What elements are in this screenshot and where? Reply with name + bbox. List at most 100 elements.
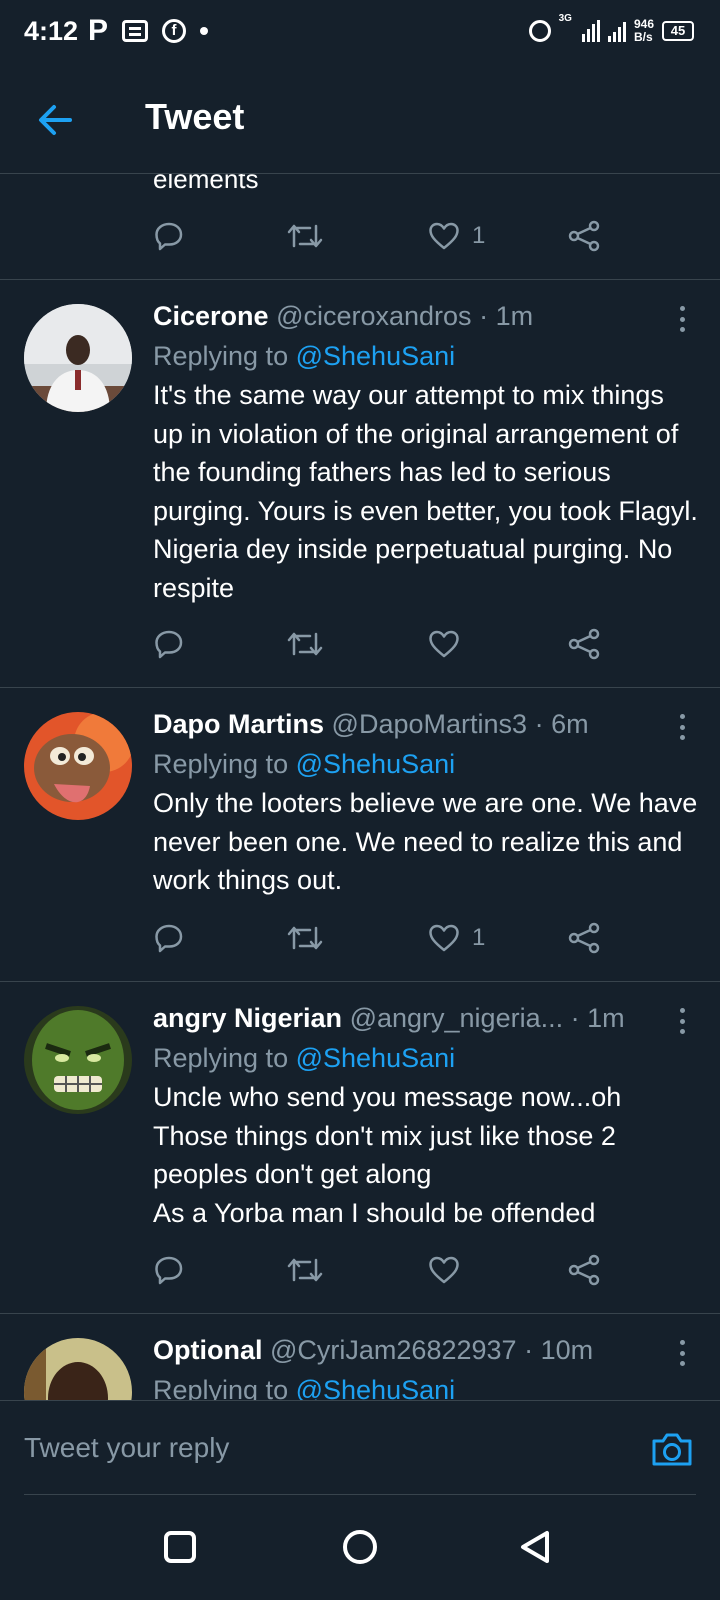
tweet-body: Only the looters believe we are one. We … (153, 788, 698, 895)
tweet-item[interactable]: Cicerone @ciceroxandros · 1m Replying to… (0, 280, 720, 688)
tweet-header: Cicerone @ciceroxandros · 1m (153, 298, 660, 334)
author-handle[interactable]: @DapoMartins3 (332, 709, 528, 739)
share-button[interactable] (567, 214, 601, 258)
author-handle[interactable]: @ciceroxandros (276, 301, 472, 331)
share-icon (568, 220, 600, 252)
more-options-icon[interactable] (678, 306, 686, 332)
share-icon (568, 628, 600, 660)
recents-button[interactable] (158, 1525, 202, 1569)
reply-icon (155, 924, 183, 953)
back-arrow-icon (39, 105, 72, 135)
share-button[interactable] (567, 916, 601, 960)
tweet-body: Uncle who send you message now...oh Thos… (153, 1082, 622, 1228)
reply-feed[interactable]: elements 1 Cicerone @ciceroxandros · 1m … (0, 174, 720, 1400)
heart-icon (429, 924, 459, 952)
retweet-button[interactable] (286, 916, 324, 960)
retweet-button[interactable] (286, 622, 324, 666)
tweet-header: angry Nigerian @angry_nigeria... · 1m (153, 1000, 660, 1036)
reply-button[interactable] (153, 1248, 185, 1292)
retweet-icon (287, 1258, 323, 1282)
reply-button[interactable] (153, 916, 185, 960)
network-speed-value: 946 (633, 17, 654, 31)
avatar[interactable] (24, 304, 132, 412)
reply-button[interactable] (153, 622, 185, 666)
status-notification-icons: P f (88, 14, 209, 48)
back-button[interactable] (34, 98, 78, 142)
status-bar: 4:12 P f 3G 946 B/s 45 (0, 0, 720, 64)
replying-to-label: Replying to (153, 1043, 289, 1073)
author-name[interactable]: Cicerone (153, 301, 269, 331)
network-speed-unit: B/s (633, 30, 653, 44)
reply-icon (155, 1256, 183, 1285)
replying-to-label: Replying to (153, 341, 289, 371)
avatar[interactable] (24, 1338, 132, 1400)
replying-to-handle[interactable]: @ShehuSani (296, 1375, 456, 1400)
facebook-icon: f (162, 19, 187, 43)
tweet-header: Optional @CyriJam26822937 · 10m (153, 1332, 660, 1368)
share-icon (568, 922, 600, 954)
home-button[interactable] (338, 1525, 382, 1569)
heart-icon (429, 222, 459, 250)
parking-icon: P (88, 14, 109, 47)
tweet-item[interactable]: angry Nigerian @angry_nigeria... · 1m Re… (0, 982, 720, 1314)
avatar[interactable] (24, 712, 132, 820)
camera-icon (652, 1433, 692, 1466)
status-system-icons: 3G 946 B/s 45 (528, 14, 694, 48)
partial-tweet[interactable]: elements 1 (0, 174, 720, 280)
more-options-icon[interactable] (678, 714, 686, 740)
tweet-header: Dapo Martins @DapoMartins3 · 6m (153, 706, 660, 742)
replying-to: Replying to @ShehuSani (153, 1372, 455, 1400)
replying-to: Replying to @ShehuSani (153, 1040, 455, 1076)
more-options-icon[interactable] (678, 1008, 686, 1034)
reply-button[interactable] (153, 214, 185, 258)
signal-icon (581, 20, 600, 42)
tweet-time: 1m (495, 301, 534, 331)
like-button[interactable] (428, 1248, 472, 1292)
tweet-item[interactable]: Optional @CyriJam26822937 · 10m Replying… (0, 1314, 720, 1400)
tweet-actions: 1 (153, 916, 623, 960)
meta-separator: · (479, 301, 489, 331)
author-handle[interactable]: @CyriJam26822937 (270, 1335, 517, 1365)
avatar-image (24, 1338, 132, 1400)
system-nav-bar (0, 1495, 720, 1600)
more-options-icon[interactable] (678, 1340, 686, 1366)
share-button[interactable] (567, 1248, 601, 1292)
tweet-time: 6m (551, 709, 589, 739)
replying-to-handle[interactable]: @ShehuSani (296, 341, 456, 371)
author-handle[interactable]: @angry_nigeria... (350, 1003, 564, 1033)
like-button[interactable]: 1 (428, 214, 485, 258)
dot-icon (200, 27, 209, 35)
author-name[interactable]: Dapo Martins (153, 709, 324, 739)
tweet-time: 1m (587, 1003, 625, 1033)
author-name[interactable]: Optional (153, 1335, 263, 1365)
camera-button[interactable] (650, 1429, 694, 1469)
share-icon (568, 1254, 600, 1286)
replying-to-label: Replying to (153, 1375, 289, 1400)
network-speed: 946 B/s (634, 18, 654, 44)
meta-separator: · (534, 709, 544, 739)
replying-to-handle[interactable]: @ShehuSani (296, 1043, 456, 1073)
tweet-body: It's the same way our attempt to mix thi… (153, 380, 698, 603)
battery-icon: 45 (662, 21, 694, 41)
share-button[interactable] (567, 622, 601, 666)
back-nav-button[interactable] (514, 1525, 558, 1569)
meta-separator: · (524, 1335, 534, 1365)
meta-separator: · (570, 1003, 580, 1033)
reply-input[interactable] (24, 1401, 696, 1496)
replying-to: Replying to @ShehuSani (153, 338, 455, 374)
reply-icon (155, 222, 183, 251)
tweet-time: 10m (540, 1335, 594, 1365)
replying-to-handle[interactable]: @ShehuSani (296, 749, 456, 779)
author-name[interactable]: angry Nigerian (153, 1003, 342, 1033)
like-count: 1 (472, 222, 486, 249)
like-button[interactable] (428, 622, 472, 666)
retweet-icon (287, 632, 323, 656)
retweet-button[interactable] (286, 214, 324, 258)
tweet-item[interactable]: Dapo Martins @DapoMartins3 · 6m Replying… (0, 688, 720, 982)
tweet-actions (153, 622, 623, 666)
like-button[interactable]: 1 (428, 916, 485, 960)
avatar[interactable] (24, 1006, 132, 1114)
retweet-button[interactable] (286, 1248, 324, 1292)
triangle-back-icon (521, 1531, 549, 1563)
alarm-icon (528, 20, 551, 42)
